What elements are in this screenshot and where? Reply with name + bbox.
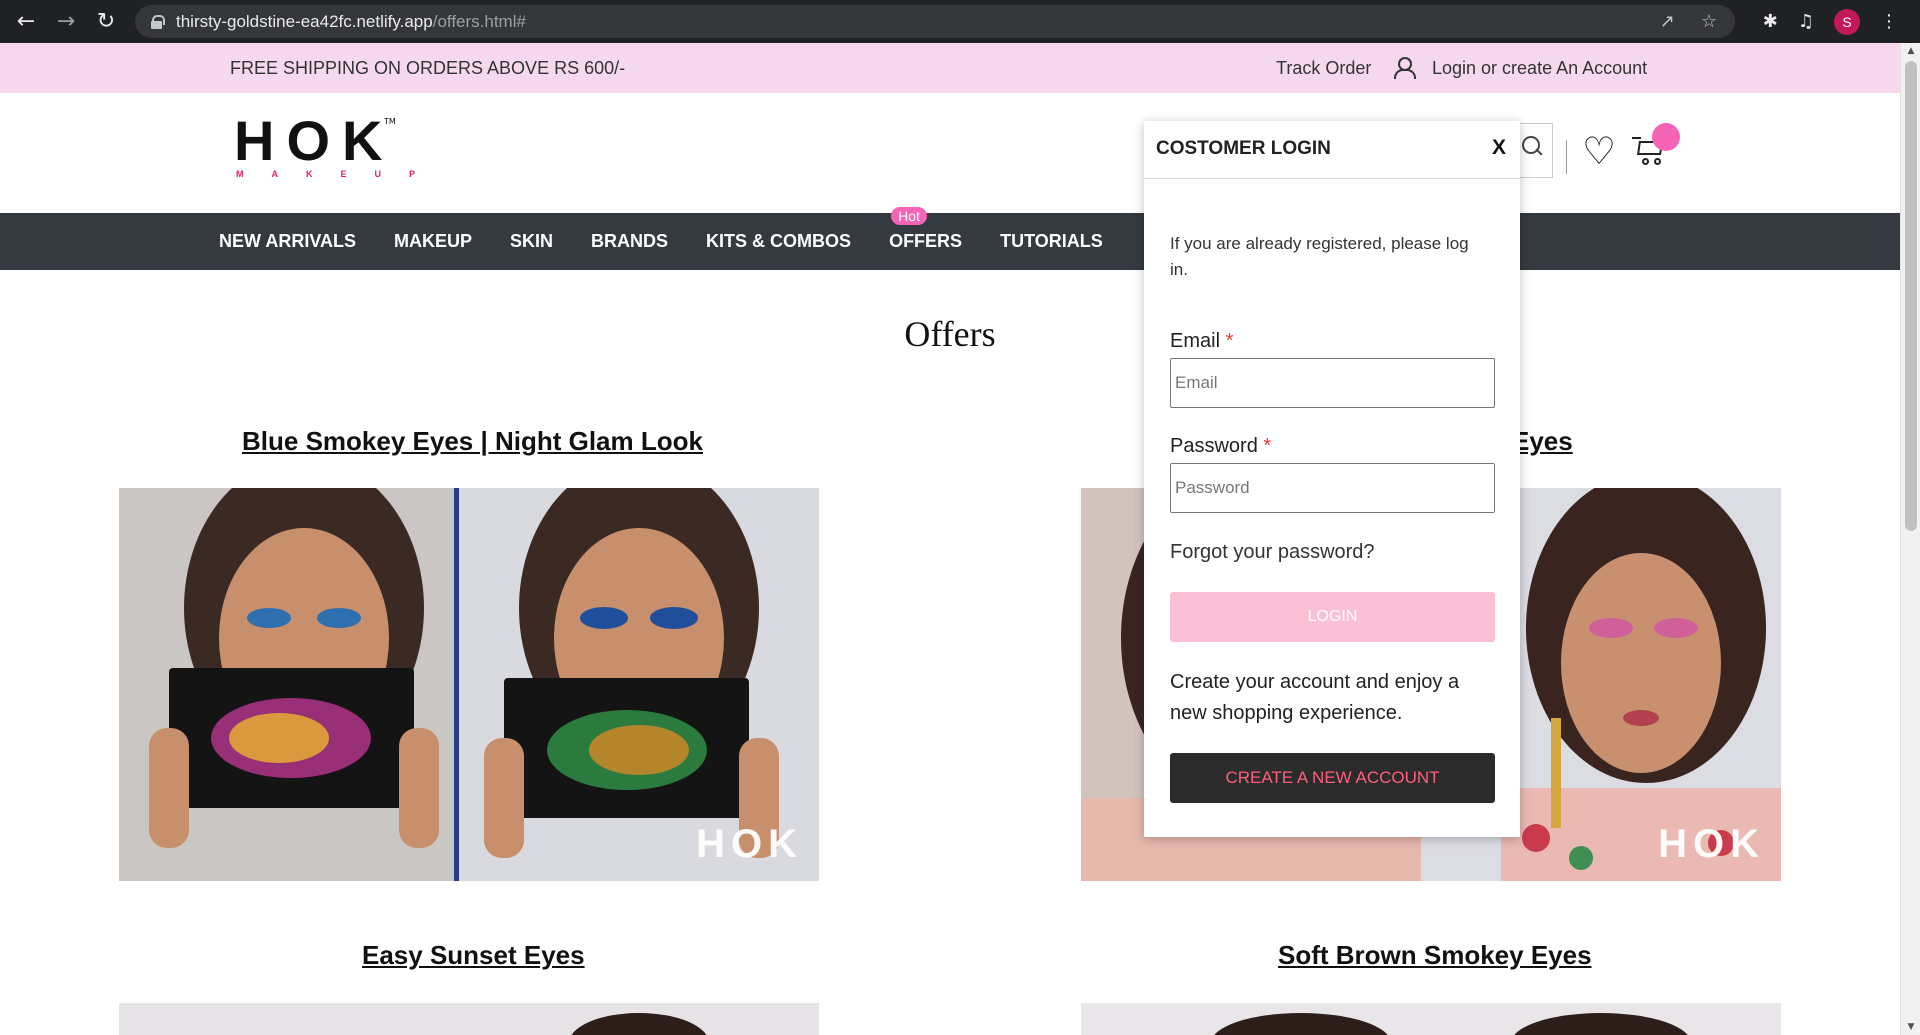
nav-skin[interactable]: SKIN: [510, 231, 553, 252]
search-icon[interactable]: [1522, 136, 1544, 158]
forward-icon[interactable]: →: [46, 0, 86, 43]
shipping-notice: FREE SHIPPING ON ORDERS ABOVE RS 600/-: [230, 58, 626, 78]
extensions-icon[interactable]: ✱: [1763, 11, 1778, 32]
forgot-password-link[interactable]: Forgot your password?: [1170, 541, 1375, 564]
tutorial-photo-3: [119, 1003, 819, 1035]
url-host: thirsty-goldstine-ea42fc.netlify.app: [176, 11, 433, 31]
logo-trademark: TM: [384, 117, 396, 126]
nav-offers-label: OFFERS: [889, 231, 963, 251]
login-button[interactable]: LOGIN: [1170, 592, 1495, 642]
scroll-down-icon[interactable]: ▼: [1901, 1019, 1920, 1035]
card-title-soft-brown[interactable]: Soft Brown Smokey Eyes: [1278, 940, 1592, 971]
nav-tutorials[interactable]: TUTORIALS: [1000, 231, 1103, 252]
close-button[interactable]: X: [1492, 136, 1506, 160]
nav-kits-combos[interactable]: KITS & COMBOS: [706, 231, 851, 252]
photo-watermark-2: HOK: [1658, 822, 1765, 866]
card-title-blue-smokey[interactable]: Blue Smokey Eyes | Night Glam Look: [242, 426, 703, 457]
email-label-text: Email: [1170, 330, 1221, 352]
header-divider: [1566, 140, 1567, 174]
browser-toolbar: ← → ↻ thirsty-goldstine-ea42fc.netlify.a…: [0, 0, 1920, 43]
site-logo[interactable]: HOK TM MAKEUP: [234, 109, 444, 183]
nav-brands[interactable]: BRANDS: [591, 231, 668, 252]
address-bar[interactable]: thirsty-goldstine-ea42fc.netlify.app/off…: [135, 5, 1735, 38]
page-title: Offers: [904, 314, 996, 354]
tutorial-photo-4: [1081, 1003, 1781, 1035]
card-image-soft-brown[interactable]: [1081, 1003, 1781, 1035]
create-account-button[interactable]: CREATE A NEW ACCOUNT: [1170, 753, 1495, 803]
logo-subtext: MAKEUP: [236, 169, 444, 179]
login-intro: If you are already registered, please lo…: [1170, 234, 1469, 279]
password-label-text: Password: [1170, 435, 1258, 457]
required-mark-2: *: [1263, 435, 1272, 457]
lock-icon: [151, 15, 165, 29]
nav-offers[interactable]: Hot OFFERS: [889, 207, 963, 252]
scroll-up-icon[interactable]: ▲: [1901, 43, 1920, 59]
card-image-blue-smokey[interactable]: HOK: [119, 488, 819, 881]
profile-avatar[interactable]: S: [1834, 8, 1860, 35]
modal-header: COSTOMER LOGIN X: [1144, 121, 1520, 179]
required-mark: *: [1225, 330, 1234, 352]
scroll-thumb[interactable]: [1905, 61, 1917, 531]
login-link[interactable]: Login or create An Account: [1432, 58, 1647, 79]
password-input[interactable]: [1170, 463, 1495, 513]
email-input[interactable]: [1170, 358, 1495, 408]
cart-badge: [1652, 123, 1680, 151]
modal-title: COSTOMER LOGIN: [1156, 138, 1331, 159]
announcement-bar: FREE SHIPPING ON ORDERS ABOVE RS 600/- T…: [0, 43, 1900, 93]
nav-makeup[interactable]: MAKEUP: [394, 231, 472, 252]
star-icon[interactable]: ☆: [1701, 11, 1717, 32]
track-order-link[interactable]: Track Order: [1276, 58, 1371, 79]
main-nav: NEW ARRIVALS MAKEUP SKIN BRANDS KITS & C…: [0, 207, 1900, 270]
nav-new-arrivals[interactable]: NEW ARRIVALS: [219, 231, 356, 252]
user-icon: [1393, 56, 1416, 79]
card-title-sunset[interactable]: Easy Sunset Eyes: [362, 940, 585, 971]
heart-icon[interactable]: ♡: [1582, 131, 1616, 171]
card-title-second[interactable]: Eyes: [1512, 426, 1573, 457]
url-path: /offers.html#: [432, 11, 526, 31]
email-label: Email *: [1170, 330, 1233, 353]
share-icon[interactable]: ↗: [1660, 11, 1675, 32]
create-account-text: Create your account and enjoy a new shop…: [1170, 671, 1460, 724]
media-icon[interactable]: ♫: [1798, 11, 1814, 32]
page-viewport: FREE SHIPPING ON ORDERS ABOVE RS 600/- T…: [0, 43, 1900, 1035]
card-image-sunset[interactable]: [119, 1003, 819, 1035]
back-icon[interactable]: ←: [6, 0, 46, 43]
photo-watermark: HOK: [696, 822, 803, 866]
reload-icon[interactable]: ↻: [86, 0, 126, 43]
logo-text: HOK: [234, 109, 395, 172]
page-scrollbar[interactable]: ▲ ▼: [1900, 43, 1920, 1035]
customer-login-modal: COSTOMER LOGIN X If you are already regi…: [1144, 121, 1520, 837]
password-label: Password *: [1170, 435, 1271, 458]
hot-badge: Hot: [891, 207, 927, 225]
kebab-icon[interactable]: ⋮: [1880, 11, 1898, 32]
